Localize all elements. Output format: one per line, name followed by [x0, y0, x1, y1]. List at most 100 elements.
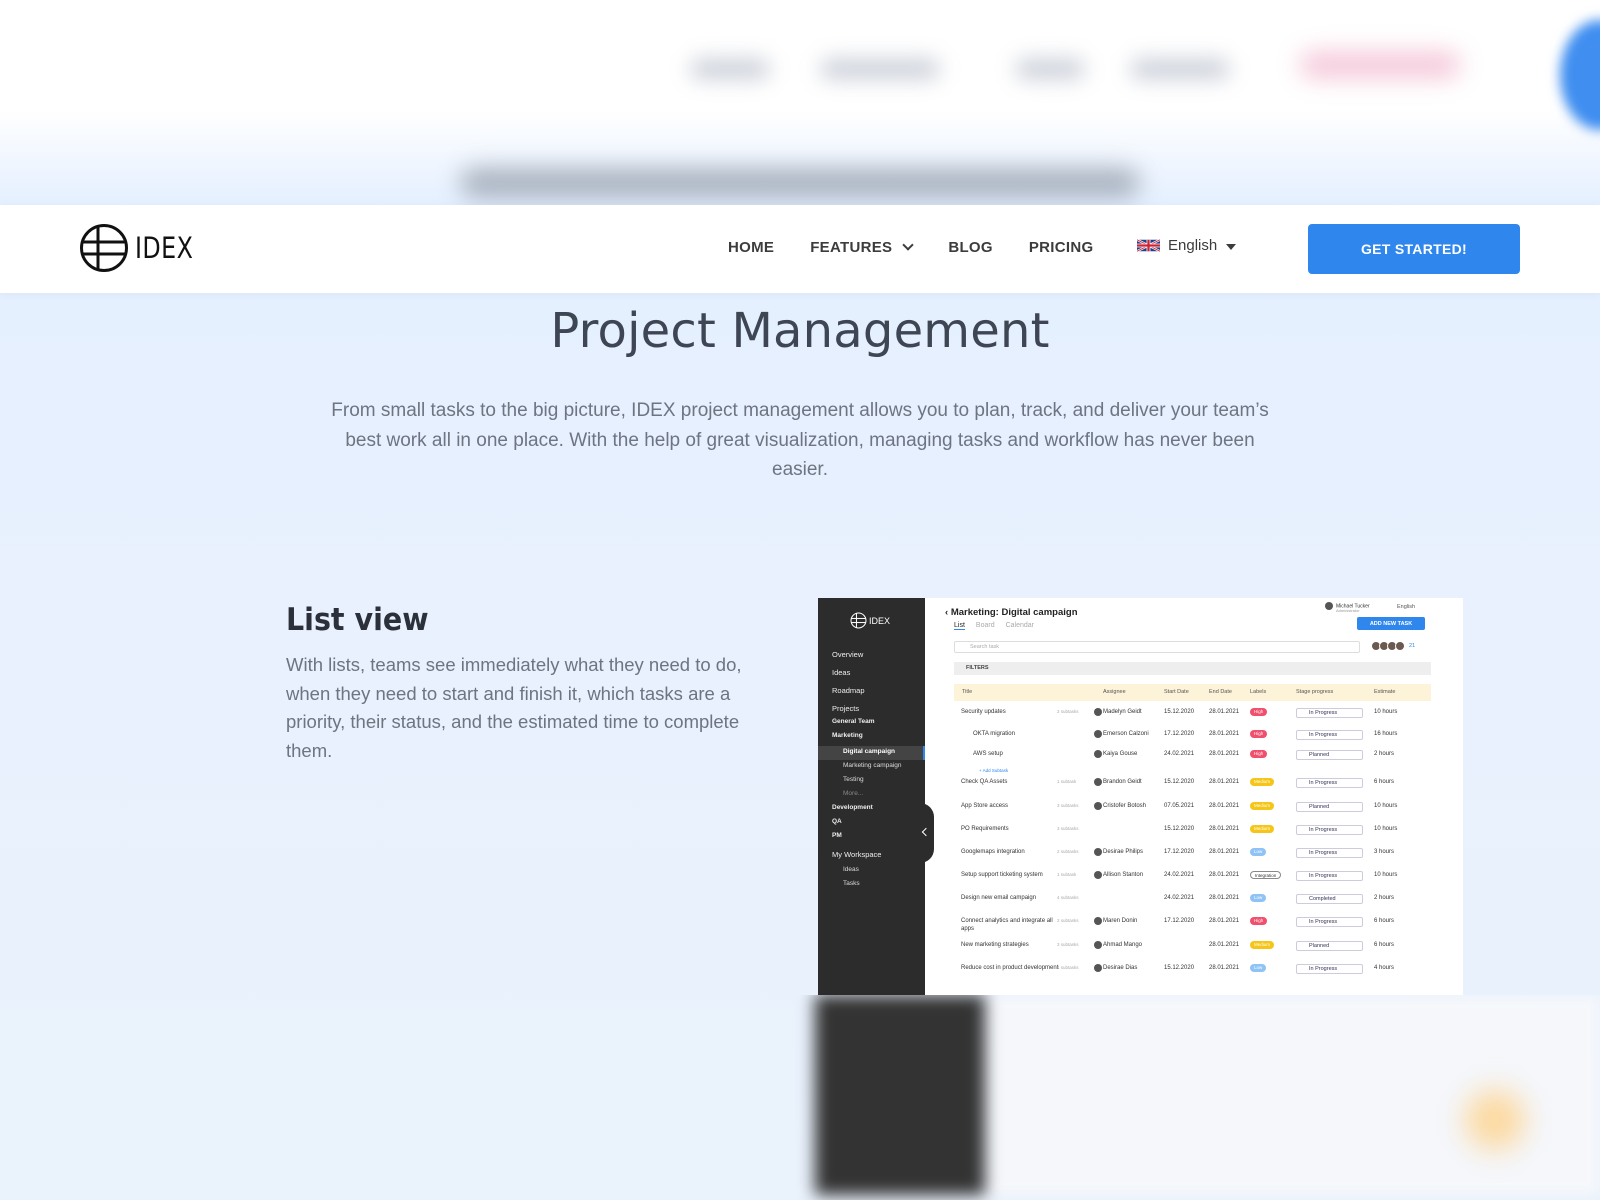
- assignee-avatar: [1094, 964, 1102, 972]
- task-estimate: 2 hours: [1374, 751, 1395, 757]
- nav-home-label: HOME: [728, 239, 775, 256]
- task-estimate: 10 hours: [1374, 803, 1398, 809]
- task-estimate: 10 hours: [1374, 826, 1398, 832]
- task-title: Security updates: [961, 709, 1006, 715]
- get-started-button[interactable]: GET STARTED!: [1308, 224, 1520, 274]
- task-start-date: 24.02.2021: [1164, 872, 1195, 878]
- task-label: High: [1250, 750, 1268, 758]
- task-estimate: 6 hours: [1374, 942, 1395, 948]
- sidebar-item-marketing-campaign: Marketing campaign: [843, 762, 902, 769]
- assignee-avatar: [1094, 941, 1102, 949]
- task-stage: In Progress: [1296, 708, 1363, 718]
- task-title: App Store access: [961, 803, 1009, 809]
- task-start-date: 24.02.2021: [1164, 751, 1195, 757]
- app-logo-text: IDEX: [869, 615, 891, 626]
- table-row: OKTA migration Emerson Calzoni 17.12.2020 2…: [954, 730, 1431, 750]
- sidebar-item-ideas: Ideas: [832, 668, 851, 677]
- nav-features-label: FEATURES: [810, 239, 893, 256]
- task-estimate: 6 hours: [1374, 779, 1395, 785]
- task-assignee: Ahmad Mango: [1103, 942, 1143, 948]
- task-start-date: 15.12.2020: [1164, 709, 1195, 715]
- table-header: Title Assignee Start Date End Date Label…: [954, 684, 1431, 701]
- uk-flag-icon: [1137, 238, 1160, 253]
- assignee-avatar: [1094, 708, 1102, 716]
- tab-board: Board: [975, 622, 995, 629]
- task-label: Low: [1250, 894, 1267, 902]
- table-row: Setup support ticketing system 1 subtask A…: [954, 871, 1431, 891]
- task-label: High: [1250, 708, 1268, 716]
- task-label: Medium: [1250, 778, 1275, 786]
- subtask-count: 3 subtasks: [1057, 942, 1079, 947]
- task-label: Low: [1250, 848, 1267, 856]
- idex-logo-icon: [80, 224, 128, 272]
- logo[interactable]: IDEX: [79, 223, 206, 273]
- subtask-count: 2 subtasks: [1057, 709, 1079, 714]
- app-logo: IDEX: [850, 612, 890, 629]
- task-label: Medium: [1250, 941, 1275, 949]
- table-row: Connect analytics and integrate all apps…: [954, 917, 1431, 937]
- assignee-avatar: [1094, 778, 1102, 786]
- subtask-count: 2 subtasks: [1057, 918, 1079, 923]
- task-end-date: 28.01.2021: [1209, 709, 1240, 715]
- task-title: Reduce cost in product development: [961, 965, 1059, 971]
- task-start-date: 15.12.2020: [1164, 779, 1195, 785]
- task-stage: In Progress: [1296, 848, 1363, 858]
- idex-logo-icon: [850, 612, 867, 629]
- sidebar-item-workspace-ideas: Ideas: [843, 866, 859, 873]
- sidebar-item-pm: PM: [832, 832, 842, 839]
- col-end-date: End Date: [1209, 689, 1232, 695]
- task-estimate: 2 hours: [1374, 895, 1395, 901]
- task-end-date: 28.01.2021: [1209, 895, 1240, 901]
- task-assignee: Cristofer Botosh: [1103, 803, 1147, 809]
- assignee-avatar: [1094, 730, 1102, 738]
- col-stage: Stage progress: [1296, 689, 1334, 695]
- language-label: English: [1168, 237, 1218, 254]
- task-start-date: 15.12.2020: [1164, 965, 1195, 971]
- table-row: New marketing strategies 3 subtasks Ahmad …: [954, 941, 1431, 961]
- main-nav: HOME FEATURES BLOG PRICING: [728, 239, 1129, 256]
- table-row: AWS setup Kaiya Gouse 24.02.2021 28.01.2021…: [954, 750, 1431, 770]
- task-end-date: 28.01.2021: [1209, 751, 1240, 757]
- assignee-avatar: [1094, 750, 1102, 758]
- table-row: Design new email campaign 4 subtasks 24.02…: [954, 894, 1431, 914]
- task-label: Low: [1250, 964, 1267, 972]
- task-estimate: 16 hours: [1374, 731, 1398, 737]
- sidebar-item-overview: Overview: [832, 650, 864, 659]
- task-label: Medium: [1250, 802, 1275, 810]
- nav-home[interactable]: HOME: [728, 239, 774, 256]
- member-avatar: [1395, 641, 1405, 651]
- subtask-count: 4 subtasks: [1057, 895, 1079, 900]
- table-row: Security updates 2 subtasks Madelyn Geidt 1…: [954, 708, 1431, 728]
- assignee-avatar: [1094, 848, 1102, 856]
- subtask-count: 4 subtasks: [1057, 965, 1079, 970]
- task-title: New marketing strategies: [961, 942, 1029, 948]
- task-estimate: 3 hours: [1374, 849, 1395, 855]
- task-stage: In Progress: [1296, 730, 1363, 740]
- blurred-background-header: [0, 0, 1600, 205]
- col-assignee: Assignee: [1103, 689, 1126, 695]
- nav-pricing[interactable]: PRICING: [1029, 239, 1094, 256]
- app-sidebar: IDEX Overview Ideas Roadmap Projects Gen…: [818, 598, 925, 995]
- logo-text: IDEX: [135, 231, 194, 265]
- caret-down-icon: [1226, 244, 1237, 250]
- assignee-avatar: [1094, 917, 1102, 925]
- task-label: Medium: [1250, 825, 1275, 833]
- blurred-app-continuation: [785, 995, 1600, 1200]
- nav-blog[interactable]: BLOG: [948, 239, 993, 256]
- app-screenshot: IDEX Overview Ideas Roadmap Projects Gen…: [818, 598, 1463, 995]
- task-title: PO Requirements: [961, 826, 1009, 832]
- table-row: Googlemaps integration 2 subtasks Desirae …: [954, 848, 1431, 868]
- assignee-avatar: [1094, 802, 1102, 810]
- task-stage: In Progress: [1296, 871, 1363, 881]
- add-new-task-button: ADD NEW TASK: [1357, 617, 1425, 630]
- task-assignee: Emerson Calzoni: [1103, 731, 1149, 737]
- language-selector[interactable]: English: [1137, 237, 1237, 254]
- task-end-date: 28.01.2021: [1209, 826, 1240, 832]
- task-title: AWS setup: [973, 751, 1003, 757]
- col-title: Title: [962, 689, 973, 695]
- chevron-down-icon: [902, 239, 914, 251]
- table-row: Check QA Assets 1 subtask Brandon Geidt 15.…: [954, 778, 1431, 798]
- section-title: List view: [286, 602, 429, 638]
- nav-features[interactable]: FEATURES: [810, 239, 914, 256]
- col-labels: Labels: [1250, 689, 1267, 695]
